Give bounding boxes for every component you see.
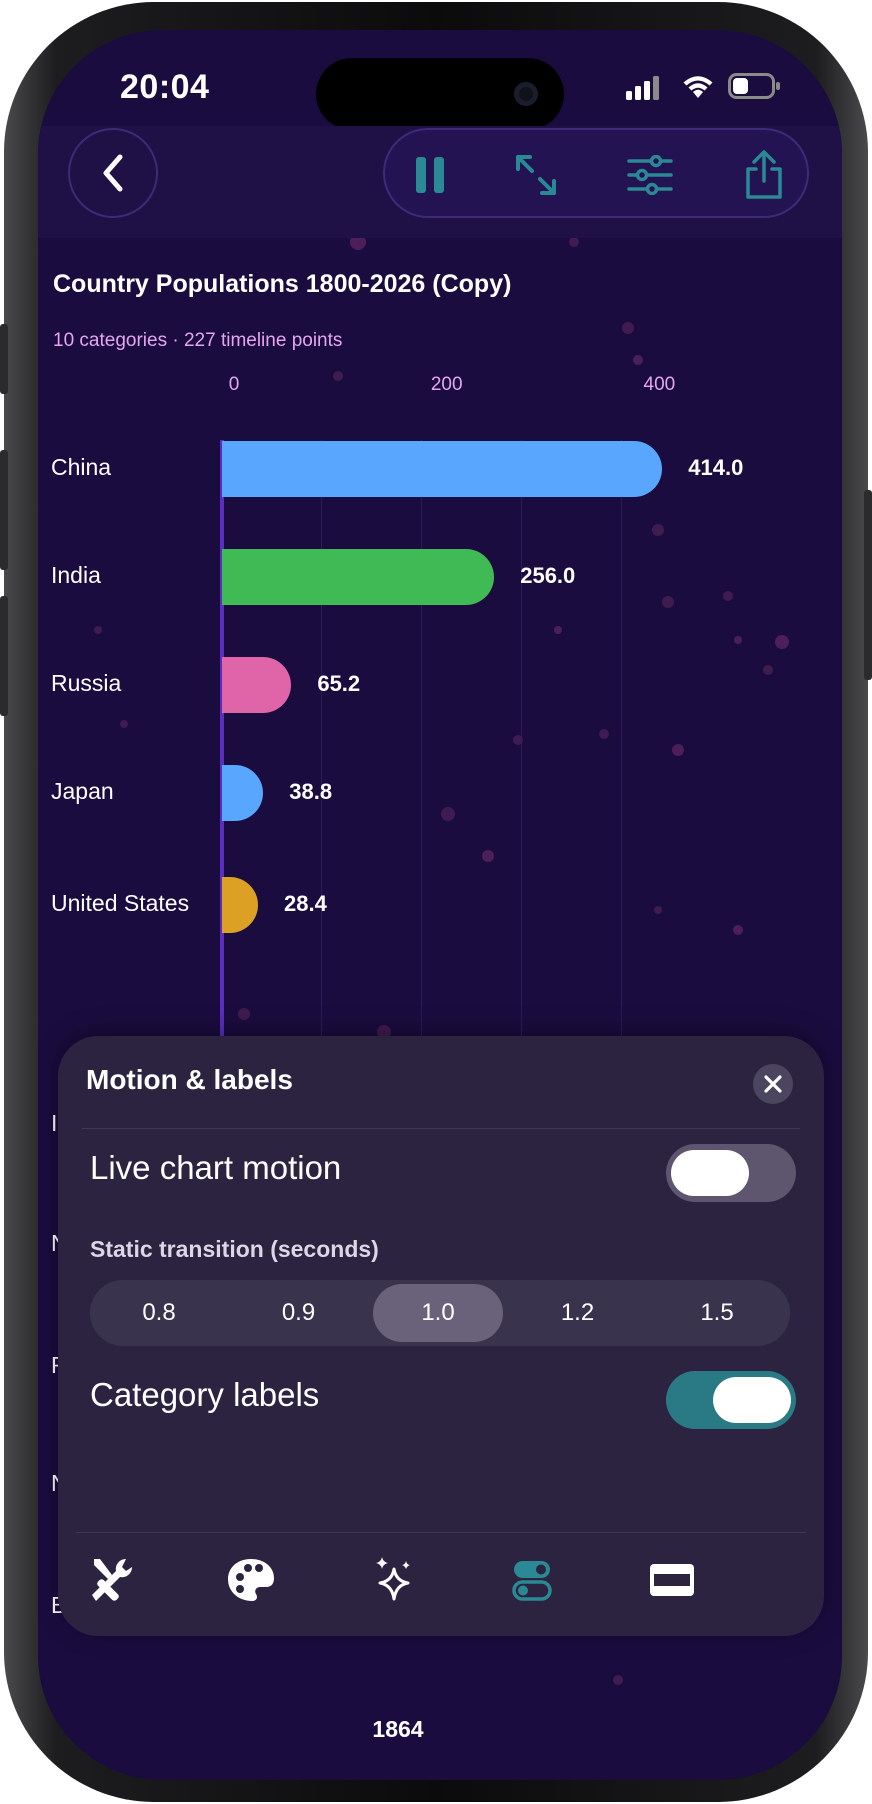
action-button bbox=[0, 324, 8, 394]
screen: 20:04 Country Populations 1800-2026 (Cop… bbox=[38, 30, 842, 1780]
pause-icon bbox=[416, 157, 444, 193]
sheet-divider bbox=[82, 1128, 800, 1129]
status-time: 20:04 bbox=[120, 68, 210, 106]
particle bbox=[775, 635, 789, 649]
particle bbox=[672, 744, 684, 756]
particle bbox=[94, 626, 102, 634]
tab-appearance[interactable] bbox=[203, 1540, 299, 1620]
share-icon bbox=[746, 150, 782, 199]
category-labels-toggle[interactable] bbox=[666, 1371, 796, 1429]
toggles-icon bbox=[512, 1561, 552, 1601]
bar bbox=[222, 657, 292, 713]
category-label: China bbox=[51, 454, 112, 480]
particle bbox=[733, 925, 743, 935]
particle bbox=[599, 729, 609, 739]
pause-button[interactable] bbox=[385, 130, 475, 220]
transition-option[interactable]: 0.8 bbox=[94, 1284, 224, 1342]
chart-title: Country Populations 1800-2026 (Copy) bbox=[53, 270, 512, 298]
dynamic-island bbox=[316, 58, 564, 130]
display-icon bbox=[650, 1564, 694, 1596]
category-labels-label: Category labels bbox=[90, 1376, 320, 1413]
toggle-knob bbox=[671, 1150, 749, 1196]
transition-label: Static transition (seconds) bbox=[90, 1236, 379, 1262]
particle bbox=[652, 524, 664, 536]
wifi-icon bbox=[683, 76, 713, 98]
particle bbox=[120, 720, 128, 728]
category-label: Japan bbox=[51, 778, 114, 804]
close-icon bbox=[764, 1075, 782, 1093]
fullscreen-button[interactable] bbox=[491, 130, 581, 220]
power-button bbox=[864, 490, 872, 680]
transition-picker: 0.8 0.9 1.0 1.2 1.5 bbox=[90, 1280, 790, 1346]
transition-option[interactable]: 1.5 bbox=[652, 1284, 782, 1342]
chart-subtitle: 10 categories · 227 timeline points bbox=[53, 330, 343, 351]
live-motion-toggle[interactable] bbox=[666, 1144, 796, 1202]
particle bbox=[554, 626, 562, 634]
live-motion-label: Live chart motion bbox=[90, 1149, 342, 1186]
sparkles-icon bbox=[376, 1557, 410, 1601]
battery-icon bbox=[728, 73, 780, 99]
bar bbox=[222, 549, 495, 605]
sheet-title: Motion & labels bbox=[86, 1064, 293, 1095]
particle bbox=[763, 665, 773, 675]
particle bbox=[622, 322, 634, 334]
category-label: Russia bbox=[51, 670, 122, 696]
chevron-left-icon bbox=[103, 154, 123, 192]
volume-down-button bbox=[0, 596, 8, 716]
particle bbox=[654, 906, 662, 914]
category-label: United States bbox=[51, 890, 190, 916]
particle bbox=[723, 591, 733, 601]
sheet-tabbar bbox=[58, 1532, 824, 1636]
close-button[interactable] bbox=[753, 1064, 793, 1104]
transition-option[interactable]: 0.9 bbox=[234, 1284, 364, 1342]
palette-icon bbox=[228, 1559, 274, 1601]
tab-tools[interactable] bbox=[63, 1540, 159, 1620]
transition-option[interactable]: 1.0 bbox=[373, 1284, 503, 1342]
share-button[interactable] bbox=[719, 130, 809, 220]
particle bbox=[238, 1008, 250, 1020]
particle bbox=[662, 596, 674, 608]
particle bbox=[482, 850, 494, 862]
toggle-knob bbox=[713, 1377, 791, 1423]
status-bar: 20:04 bbox=[38, 30, 842, 140]
motion-labels-sheet: Motion & labels Live chart motion Static… bbox=[58, 1036, 824, 1636]
back-button[interactable] bbox=[68, 128, 158, 218]
phone-frame: 20:04 Country Populations 1800-2026 (Cop… bbox=[0, 2, 872, 1802]
tools-icon bbox=[92, 1558, 133, 1601]
particle bbox=[333, 371, 343, 381]
front-camera bbox=[514, 82, 538, 106]
sliders-icon bbox=[627, 155, 673, 195]
x-tick-label: 200 bbox=[430, 374, 463, 395]
particle bbox=[734, 636, 742, 644]
tab-display[interactable] bbox=[624, 1540, 720, 1620]
particle bbox=[633, 355, 643, 365]
cellular-signal-icon bbox=[626, 76, 659, 100]
x-tick-label: 0 bbox=[228, 374, 240, 395]
bar bbox=[222, 441, 663, 497]
bar-value-label: 28.4 bbox=[284, 891, 327, 916]
transition-option[interactable]: 1.2 bbox=[513, 1284, 643, 1342]
bar-value-label: 414.0 bbox=[688, 455, 744, 480]
particle bbox=[613, 1675, 623, 1685]
toolbar-actions bbox=[383, 128, 809, 218]
bar-value-label: 65.2 bbox=[317, 671, 361, 696]
bar-value-label: 38.8 bbox=[289, 779, 333, 804]
expand-icon bbox=[516, 155, 556, 195]
volume-up-button bbox=[0, 450, 8, 570]
tab-effects[interactable] bbox=[346, 1540, 442, 1620]
timeline-year: 1864 bbox=[372, 1716, 424, 1742]
bar-value-label: 256.0 bbox=[520, 563, 576, 588]
category-label: India bbox=[51, 562, 101, 588]
tab-motion-labels[interactable] bbox=[484, 1540, 580, 1620]
particle bbox=[441, 807, 455, 821]
particle bbox=[569, 237, 579, 247]
category-label: I bbox=[51, 1110, 58, 1136]
settings-button[interactable] bbox=[605, 130, 695, 220]
x-tick-label: 400 bbox=[643, 374, 676, 395]
